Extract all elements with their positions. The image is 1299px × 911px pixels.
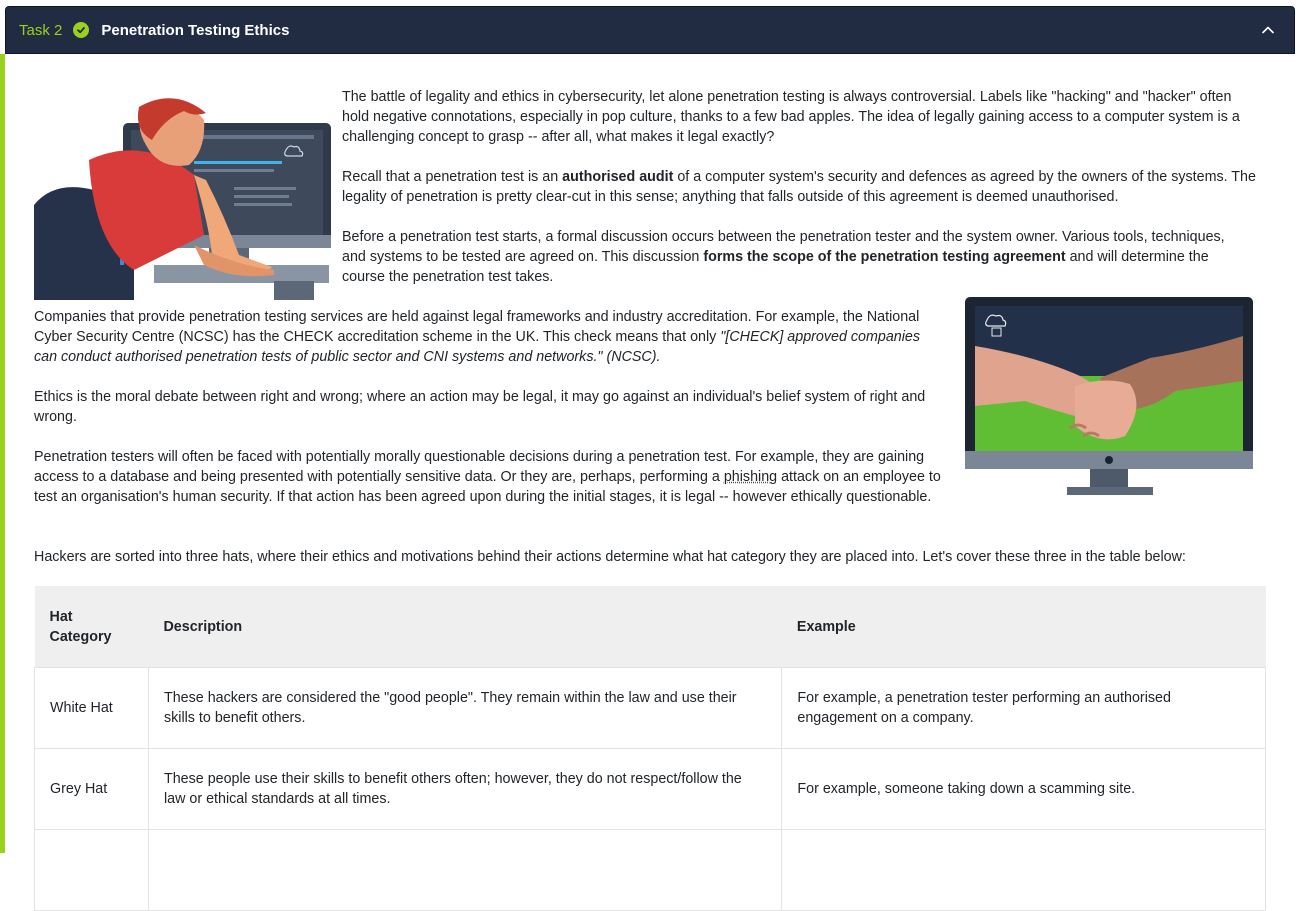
task-number: Task 2: [19, 22, 62, 39]
table-cell: [148, 830, 781, 911]
hacker-illustration: [34, 95, 332, 300]
task-accent-bar: [0, 54, 5, 853]
table-cell: These hackers are considered the "good p…: [148, 668, 781, 749]
table-row: [35, 830, 1266, 911]
table-row: Grey Hat These people use their skills t…: [35, 749, 1266, 830]
table-cell: For example, a penetration tester perfor…: [782, 668, 1266, 749]
check-circle-icon: [73, 22, 89, 38]
table-row: White Hat These hackers are considered t…: [35, 668, 1266, 749]
task-title: Penetration Testing Ethics: [101, 22, 289, 39]
handshake-illustration: [965, 296, 1254, 498]
hat-category-table: Hat Category Description Example White H…: [34, 586, 1266, 911]
chevron-up-icon[interactable]: [1260, 22, 1276, 38]
bold-scope: forms the scope of the penetration testi…: [703, 249, 1065, 265]
paragraph-scope: Before a penetration test starts, a form…: [342, 227, 1242, 287]
table-cell: [35, 830, 149, 911]
table-cell: [782, 830, 1266, 911]
paragraph-ethics: Ethics is the moral debate between right…: [34, 387, 949, 427]
table-cell: White Hat: [35, 668, 149, 749]
table-header-example: Example: [782, 586, 1266, 668]
bold-authorised-audit: authorised audit: [562, 169, 673, 185]
task-header[interactable]: Task 2 Penetration Testing Ethics: [5, 6, 1295, 54]
table-cell: Grey Hat: [35, 749, 149, 830]
intro-paragraph-legality: The battle of legality and ethics in cyb…: [342, 87, 1252, 147]
text-segment: Recall that a penetration test is an: [342, 169, 562, 185]
table-cell: These people use their skills to benefit…: [148, 749, 781, 830]
phishing-term[interactable]: phishing: [724, 469, 777, 485]
paragraph-hats-intro: Hackers are sorted into three hats, wher…: [34, 547, 1274, 567]
table-header-hat-category: Hat Category: [35, 586, 149, 668]
paragraph-authorised-audit: Recall that a penetration test is an aut…: [342, 167, 1267, 207]
table-header-description: Description: [148, 586, 781, 668]
table-header-row: Hat Category Description Example: [35, 586, 1266, 668]
paragraph-accreditation: Companies that provide penetration testi…: [34, 307, 934, 367]
table-cell: For example, someone taking down a scamm…: [782, 749, 1266, 830]
paragraph-dilemmas: Penetration testers will often be faced …: [34, 447, 954, 507]
